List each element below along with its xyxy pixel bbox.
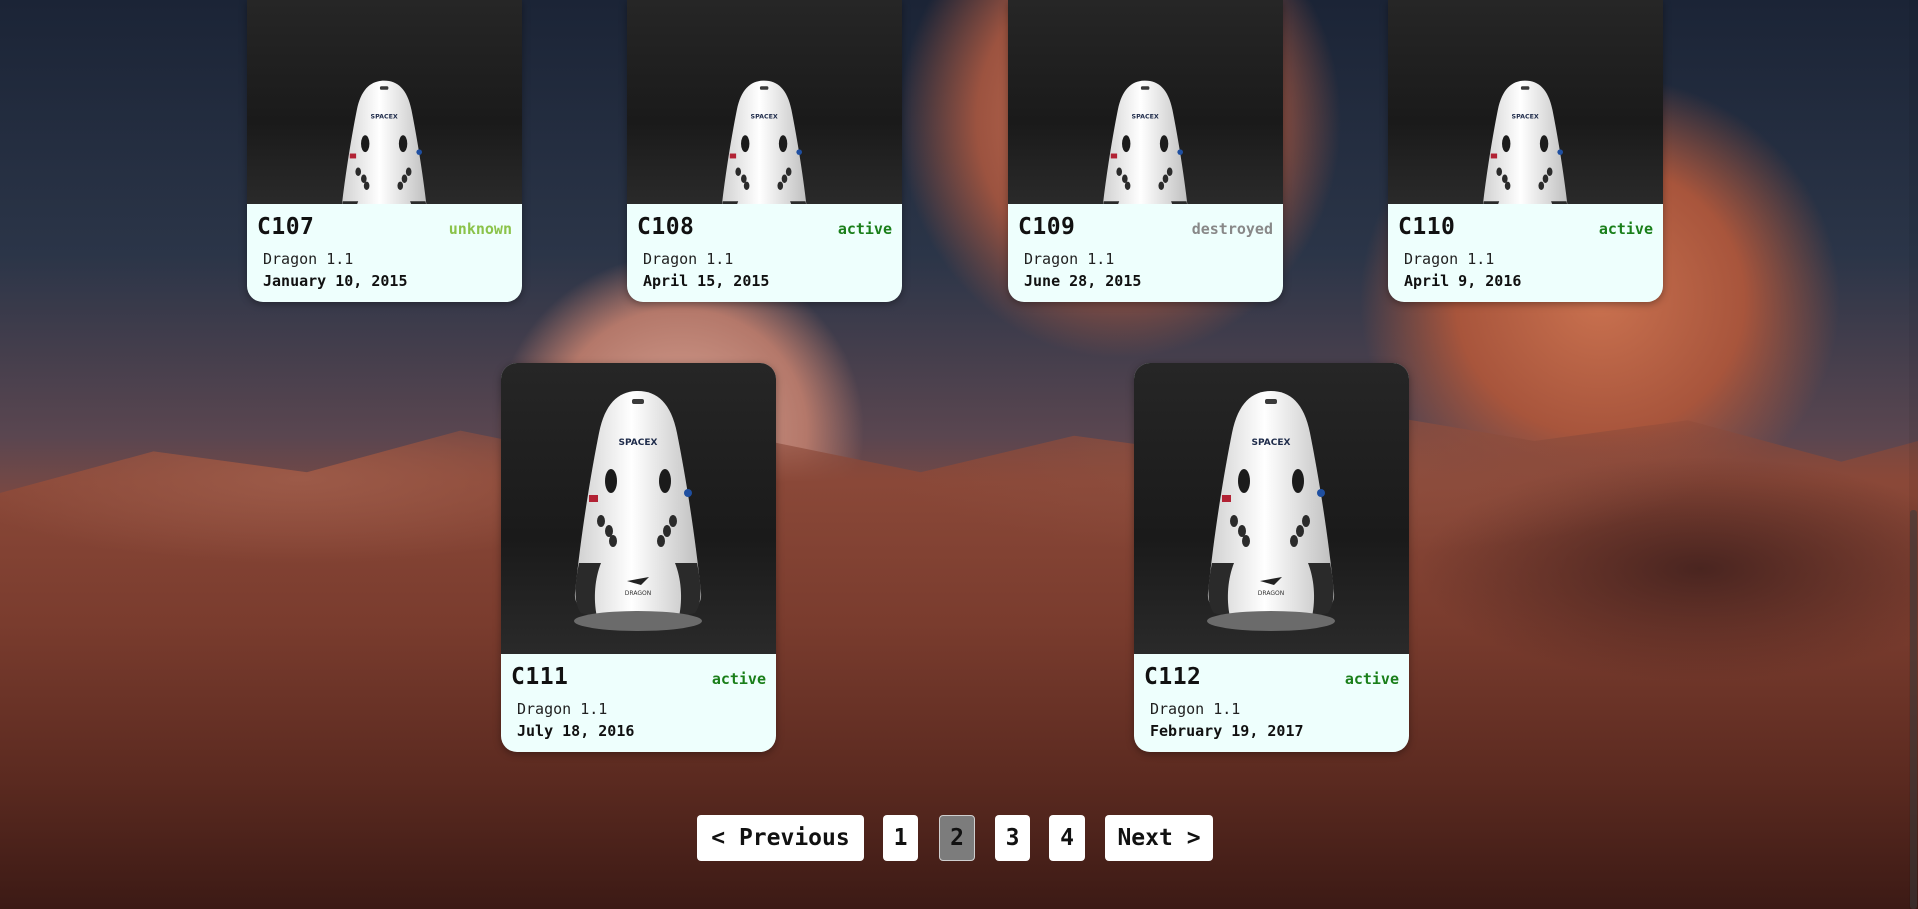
capsule-card[interactable]: SPACEXDRAGON C110 active Dragon 1.1 Apri…	[1388, 0, 1663, 302]
scrollbar[interactable]	[1909, 0, 1918, 909]
capsule-date: February 19, 2017	[1150, 722, 1304, 740]
capsule-image: SPACEX DRAGON	[501, 363, 776, 654]
dragon-capsule-icon: SPACEXDRAGON	[1102, 80, 1188, 204]
capsule-type: Dragon 1.1	[263, 250, 354, 268]
capsule-card[interactable]: SPACEXDRAGON C107 unknown Dragon 1.1 Jan…	[247, 0, 522, 302]
capsule-type: Dragon 1.1	[643, 250, 734, 268]
capsule-card[interactable]: SPACEX DRAGON C112 active Dragon 1.1 Febr…	[1134, 363, 1409, 752]
next-page-button[interactable]: Next >	[1105, 815, 1213, 861]
capsule-date: July 18, 2016	[517, 722, 635, 740]
capsule-card[interactable]: SPACEX DRAGON C111 active Dragon 1.1 July…	[501, 363, 776, 752]
capsule-type: Dragon 1.1	[1150, 700, 1241, 718]
dragon-capsule-icon: SPACEXDRAGON	[341, 80, 427, 204]
page-4-button[interactable]: 4	[1049, 815, 1085, 861]
svg-text:SPACEX: SPACEX	[1512, 113, 1539, 120]
capsule-status: active	[1344, 670, 1399, 688]
capsule-type: Dragon 1.1	[1404, 250, 1495, 268]
capsule-image: SPACEXDRAGON	[627, 0, 902, 204]
capsule-date: April 15, 2015	[643, 272, 770, 290]
dragon-capsule-icon: SPACEXDRAGON	[1482, 80, 1568, 204]
svg-text:SPACEX: SPACEX	[371, 113, 398, 120]
svg-text:SPACEX: SPACEX	[1132, 113, 1159, 120]
capsule-status: active	[1598, 220, 1653, 238]
svg-text:DRAGON: DRAGON	[1258, 590, 1284, 597]
capsule-type: Dragon 1.1	[1024, 250, 1115, 268]
capsule-card[interactable]: SPACEXDRAGON C109 destroyed Dragon 1.1 J…	[1008, 0, 1283, 302]
capsule-date: January 10, 2015	[263, 272, 408, 290]
capsule-image: SPACEX DRAGON	[1134, 363, 1409, 654]
capsule-type: Dragon 1.1	[517, 700, 608, 718]
dragon-capsule-icon: SPACEXDRAGON	[721, 80, 807, 204]
page-3-button[interactable]: 3	[995, 815, 1030, 861]
svg-text:SPACEX: SPACEX	[1252, 438, 1291, 448]
capsule-card[interactable]: SPACEXDRAGON C108 active Dragon 1.1 Apri…	[627, 0, 902, 302]
capsule-image: SPACEXDRAGON	[1388, 0, 1663, 204]
capsule-image: SPACEXDRAGON	[1008, 0, 1283, 204]
previous-page-button[interactable]: < Previous	[697, 815, 864, 861]
page-1-button[interactable]: 1	[883, 815, 918, 861]
capsule-status: unknown	[448, 220, 512, 238]
capsule-date: June 28, 2015	[1024, 272, 1142, 290]
capsule-status: active	[711, 670, 766, 688]
dragon-capsule-icon: SPACEX DRAGON	[1207, 391, 1335, 631]
capsule-date: April 9, 2016	[1404, 272, 1522, 290]
capsule-image: SPACEXDRAGON	[247, 0, 522, 204]
svg-text:SPACEX: SPACEX	[751, 113, 778, 120]
svg-text:DRAGON: DRAGON	[625, 590, 651, 597]
page-2-button[interactable]: 2	[939, 815, 975, 861]
pagination: < Previous 1 2 3 4 Next >	[0, 815, 1910, 861]
scrollbar-thumb[interactable]	[1910, 510, 1917, 909]
svg-text:SPACEX: SPACEX	[619, 438, 658, 448]
capsule-status: active	[837, 220, 892, 238]
capsule-status: destroyed	[1191, 220, 1273, 238]
dragon-capsule-icon: SPACEX DRAGON	[574, 391, 702, 631]
